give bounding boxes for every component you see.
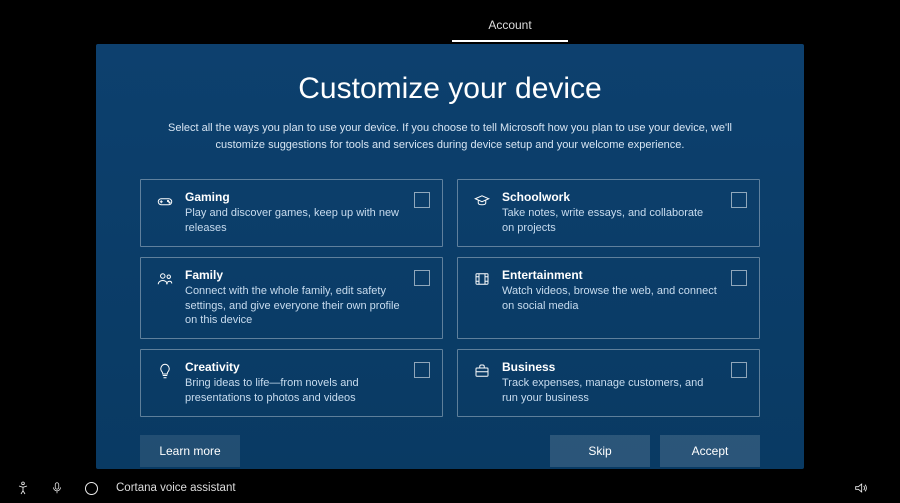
page-title: Customize your device bbox=[140, 72, 760, 106]
cortana-icon[interactable] bbox=[82, 479, 100, 497]
tile-entertainment[interactable]: Entertainment Watch videos, browse the w… bbox=[457, 257, 760, 340]
usage-grid: Gaming Play and discover games, keep up … bbox=[140, 179, 760, 417]
tile-title: Schoolwork bbox=[502, 190, 723, 204]
checkbox[interactable] bbox=[731, 362, 747, 378]
tab-account[interactable]: Account bbox=[452, 18, 567, 42]
film-icon bbox=[470, 269, 494, 289]
tile-desc: Connect with the whole family, edit safe… bbox=[185, 284, 406, 329]
checkbox[interactable] bbox=[414, 270, 430, 286]
graduation-cap-icon bbox=[470, 191, 494, 211]
skip-button[interactable]: Skip bbox=[550, 435, 650, 467]
checkbox[interactable] bbox=[731, 270, 747, 286]
accessibility-icon[interactable] bbox=[14, 479, 32, 497]
tile-schoolwork[interactable]: Schoolwork Take notes, write essays, and… bbox=[457, 179, 760, 247]
setup-panel: Customize your device Select all the way… bbox=[96, 44, 804, 469]
learn-more-button[interactable]: Learn more bbox=[140, 435, 240, 467]
microphone-icon[interactable] bbox=[48, 479, 66, 497]
briefcase-icon bbox=[470, 361, 494, 381]
people-icon bbox=[153, 269, 177, 289]
tile-title: Creativity bbox=[185, 360, 406, 374]
lightbulb-icon bbox=[153, 361, 177, 381]
volume-icon[interactable] bbox=[852, 479, 870, 497]
tile-desc: Bring ideas to life—from novels and pres… bbox=[185, 376, 406, 406]
tile-gaming[interactable]: Gaming Play and discover games, keep up … bbox=[140, 179, 443, 247]
tile-desc: Watch videos, browse the web, and connec… bbox=[502, 284, 723, 314]
tile-desc: Play and discover games, keep up with ne… bbox=[185, 206, 406, 236]
accept-button[interactable]: Accept bbox=[660, 435, 760, 467]
footer-buttons: Learn more Skip Accept bbox=[140, 417, 760, 467]
page-subtitle: Select all the ways you plan to use your… bbox=[160, 120, 740, 153]
tile-desc: Track expenses, manage customers, and ru… bbox=[502, 376, 723, 406]
tile-title: Gaming bbox=[185, 190, 406, 204]
tile-title: Business bbox=[502, 360, 723, 374]
tab-strip: Account bbox=[0, 18, 900, 42]
tile-creativity[interactable]: Creativity Bring ideas to life—from nove… bbox=[140, 349, 443, 417]
tile-title: Entertainment bbox=[502, 268, 723, 282]
tile-desc: Take notes, write essays, and collaborat… bbox=[502, 206, 723, 236]
checkbox[interactable] bbox=[731, 192, 747, 208]
checkbox[interactable] bbox=[414, 362, 430, 378]
tile-family[interactable]: Family Connect with the whole family, ed… bbox=[140, 257, 443, 340]
tile-business[interactable]: Business Track expenses, manage customer… bbox=[457, 349, 760, 417]
game-controller-icon bbox=[153, 191, 177, 211]
taskbar: Cortana voice assistant bbox=[0, 473, 900, 503]
cortana-label: Cortana voice assistant bbox=[116, 482, 236, 494]
tile-title: Family bbox=[185, 268, 406, 282]
checkbox[interactable] bbox=[414, 192, 430, 208]
